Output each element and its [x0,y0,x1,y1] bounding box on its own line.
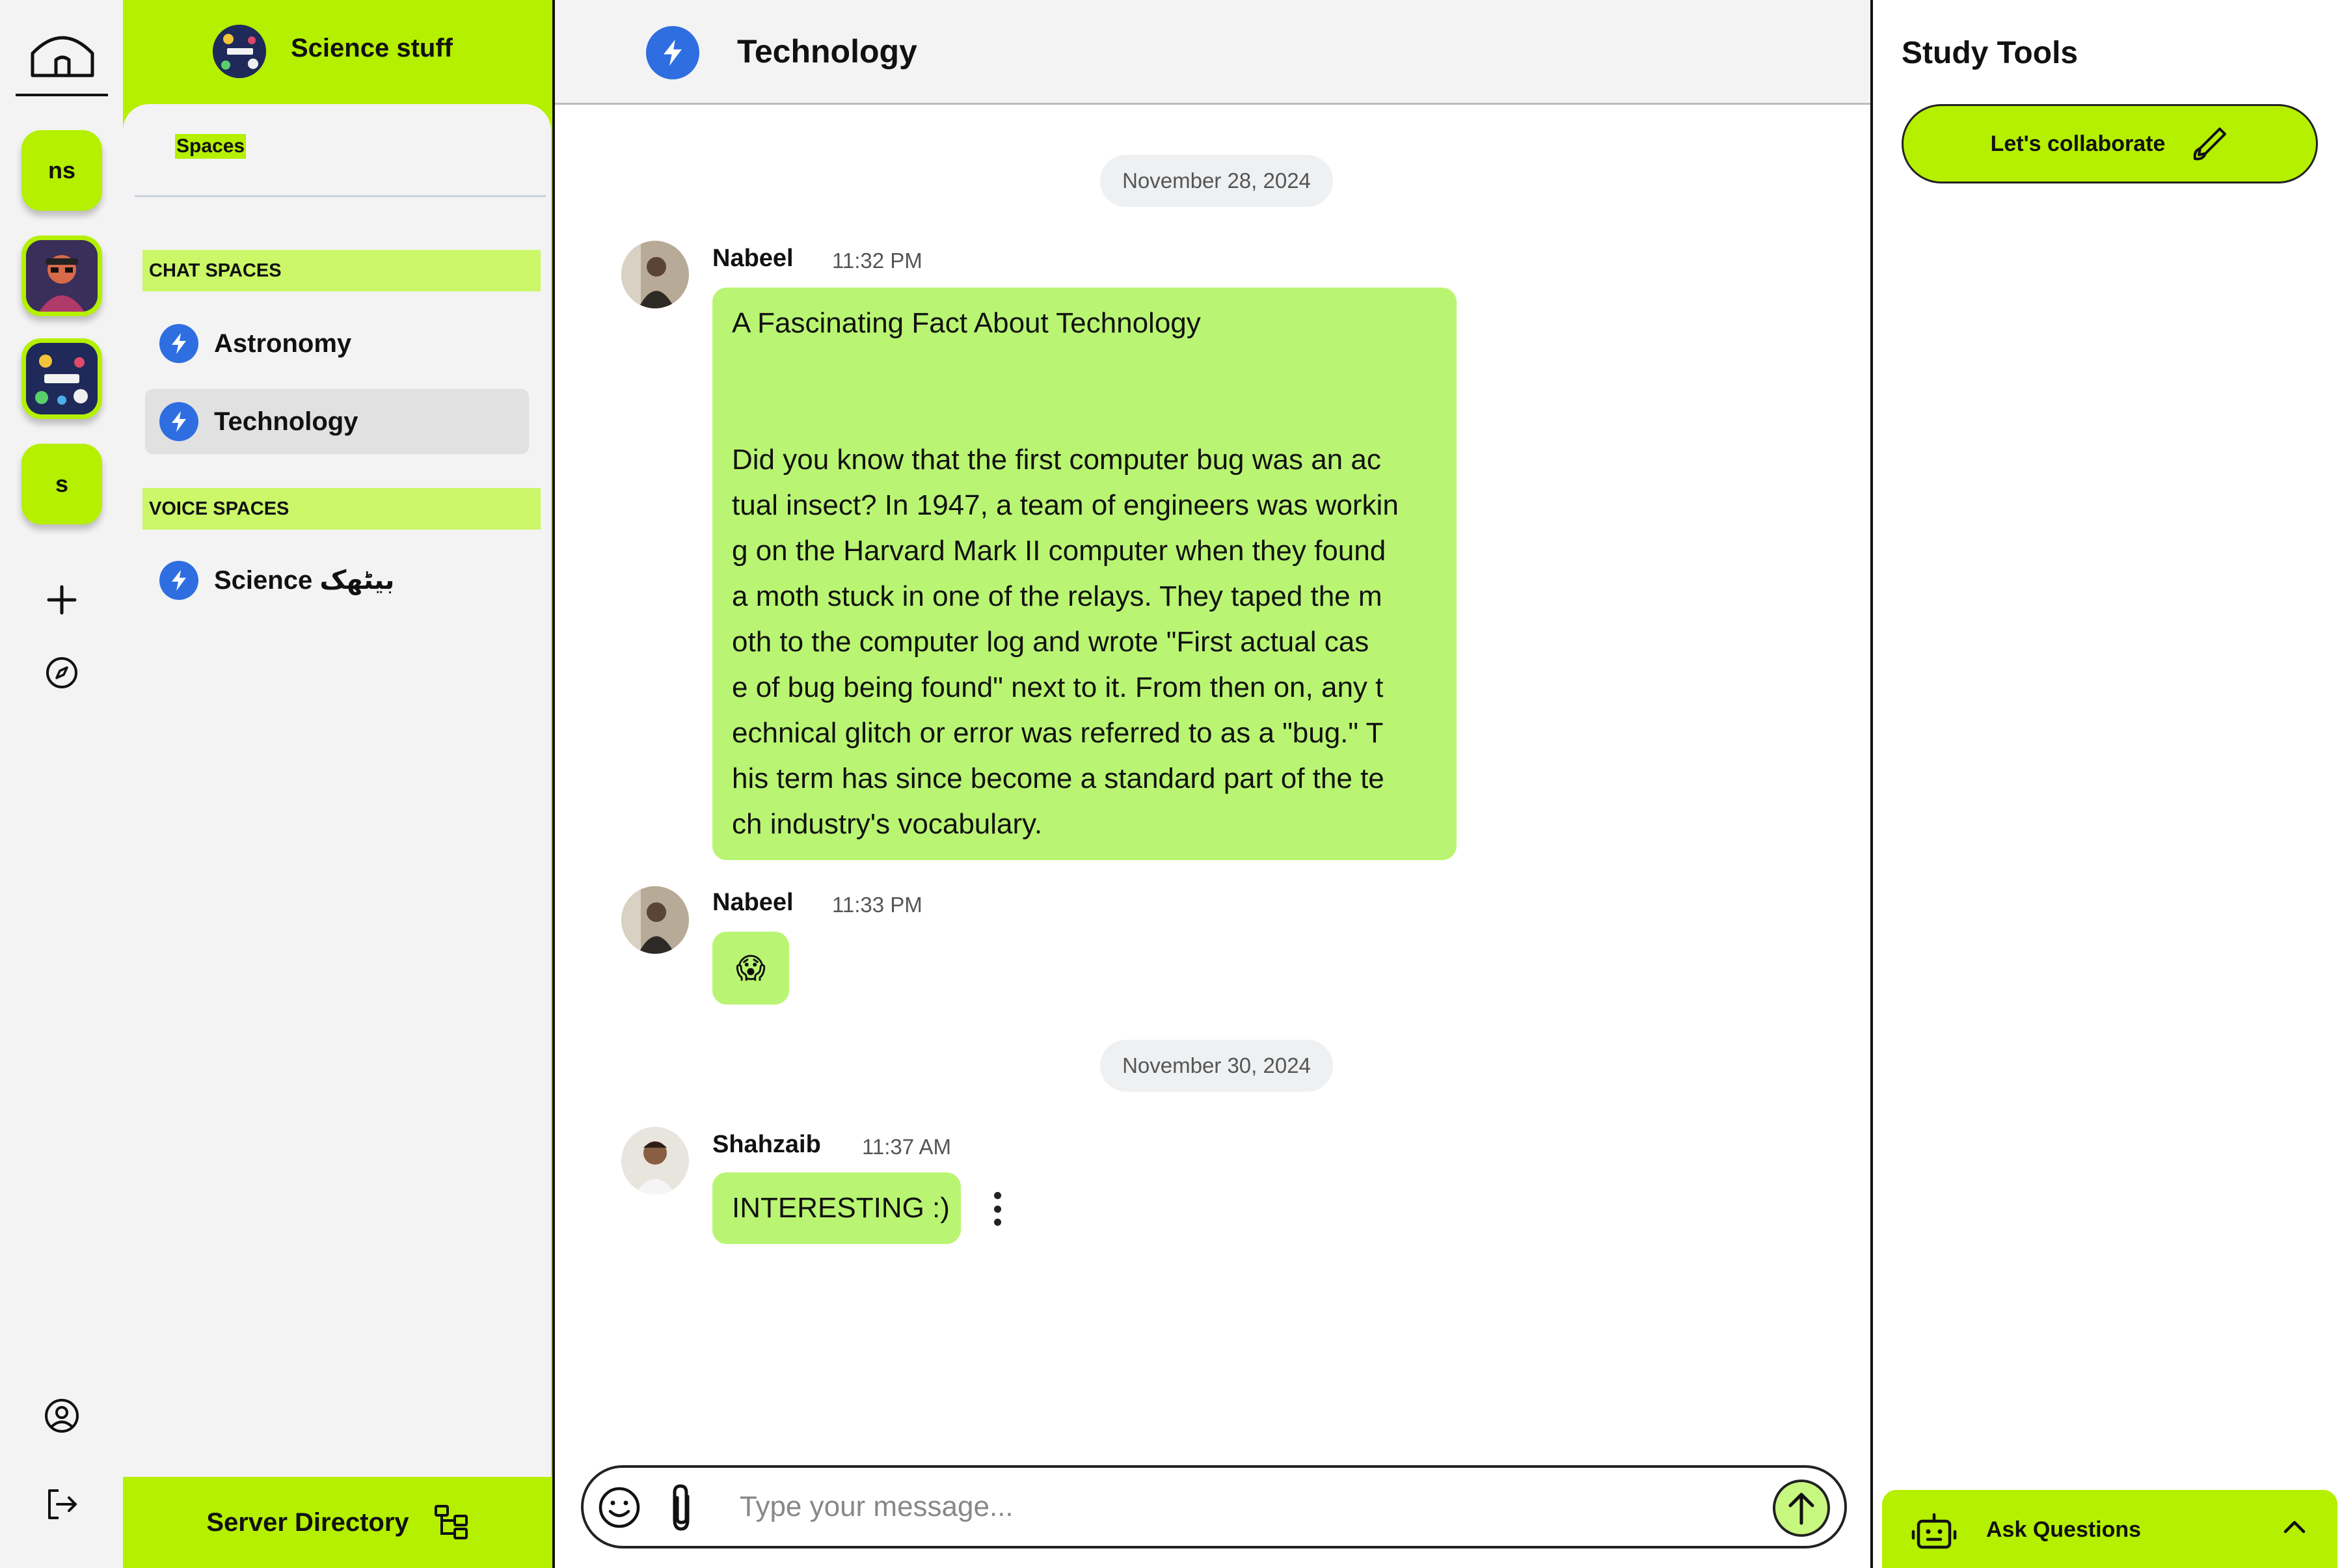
message-composer [581,1465,1847,1548]
message-line: echnical glitch or error was referred to… [732,717,1384,749]
message-options-button[interactable] [991,1192,1004,1226]
channel-sidebar: Science stuff Spaces CHAT SPACES Astrono… [123,0,552,1568]
message-line: ch industry's vocabulary. [732,808,1043,840]
profile-button[interactable] [42,1396,81,1435]
chevron-up-icon[interactable] [2281,1517,2308,1537]
server-directory-button[interactable]: Server Directory [123,1477,552,1568]
avatar[interactable] [621,886,689,954]
explore-button[interactable] [42,653,81,692]
voice-spaces-header: VOICE SPACES [142,488,541,530]
message-line: tual insect? In 1947, a team of engineer… [732,489,1399,521]
server-science-stuff[interactable] [21,338,102,419]
home-divider [16,94,108,96]
server-ns-label: ns [47,157,75,183]
message-time: 11:37 AM [862,1135,951,1159]
message-line: A Fascinating Fact About Technology [732,307,1201,339]
add-server-button[interactable] [42,580,81,619]
logout-button[interactable] [42,1485,81,1524]
send-button[interactable] [1773,1480,1830,1537]
message-line: his term has since become a standard par… [732,763,1384,794]
bolt-icon [159,324,198,363]
message-time: 11:32 PM [832,249,922,273]
message-line: g on the Harvard Mark II computer when t… [732,535,1386,567]
server-header[interactable]: Science stuff [123,0,552,104]
channel-label: Technology [214,407,358,436]
home-button[interactable] [23,20,101,85]
message-bubble[interactable]: A Fascinating Fact About Technology Did … [712,288,1457,860]
server-avatar [213,25,266,78]
channel-title: Technology [737,33,917,70]
bolt-icon [646,26,699,79]
tab-underline [135,195,546,197]
server-image [26,343,98,414]
logout-icon [48,1489,77,1519]
emoji-icon[interactable] [598,1486,641,1529]
message-bubble[interactable]: 😱 [712,932,789,1005]
message-line: e of bug being found" next to it. From t… [732,671,1384,703]
study-tools-title: Study Tools [1902,36,2079,70]
server-image [26,240,98,312]
message-text: INTERESTING :) [732,1192,950,1224]
channel-list-panel: Spaces CHAT SPACES Astronomy Technology … [123,104,551,1477]
avatar[interactable] [621,1127,689,1195]
home-icon [31,36,94,77]
message-input[interactable] [740,1481,1650,1533]
chat-spaces-header: CHAT SPACES [142,250,541,291]
server-ns[interactable]: ns [21,130,102,211]
collaborate-label: Let's collaborate [1990,131,2166,156]
pen-icon [2194,128,2227,161]
server-directory-label: Server Directory [206,1507,409,1537]
voice-channel-science[interactable]: Science بیٹھک [145,548,529,613]
message-line [732,346,1437,392]
ask-questions-bar[interactable]: Ask Questions [1882,1490,2337,1568]
message-bubble[interactable]: INTERESTING :) [712,1172,961,1244]
study-tools-panel: Study Tools Let's collaborate Ask Questi… [1873,0,2342,1568]
date-divider: November 30, 2024 [1100,1040,1333,1092]
ask-questions-label: Ask Questions [1986,1517,2142,1542]
message-time: 11:33 PM [832,893,922,917]
emoji-message: 😱 [736,952,766,984]
channel-label: Science بیٹھک [214,566,395,595]
plus-icon [47,585,77,615]
channel-label: Astronomy [214,329,352,358]
channel-technology[interactable]: Technology [145,389,529,454]
message-sender: Nabeel [712,245,794,272]
message-line: a moth stuck in one of the relays. They … [732,580,1382,612]
chat-panel: Technology November 28, 2024 Nabeel 11:3… [552,0,1873,1568]
message-line: oth to the computer log and wrote "First… [732,626,1369,658]
server-s-label: s [55,470,69,497]
date-divider: November 28, 2024 [1100,155,1333,207]
compass-icon [46,657,77,688]
collaborate-button[interactable]: Let's collaborate [1902,104,2318,183]
sitemap-icon [434,1505,468,1539]
message-line: Did you know that the first computer bug… [732,444,1381,476]
paperclip-icon[interactable] [664,1482,698,1534]
robot-icon [1911,1513,1957,1549]
arrow-up-icon [1788,1493,1814,1525]
message-sender: Nabeel [712,889,794,916]
server-name: Science stuff [291,34,453,62]
server-avatar-character[interactable] [21,236,102,316]
chat-header: Technology [555,0,1870,105]
tab-spaces[interactable]: Spaces [175,134,247,159]
user-circle-icon [45,1399,79,1433]
message-line [732,392,1437,437]
channel-astronomy[interactable]: Astronomy [145,311,529,376]
avatar[interactable] [621,241,689,308]
server-s[interactable]: s [21,444,102,524]
server-rail: ns s [0,0,123,1568]
bolt-icon [159,561,198,600]
bolt-icon [159,402,198,441]
message-sender: Shahzaib [712,1131,821,1158]
